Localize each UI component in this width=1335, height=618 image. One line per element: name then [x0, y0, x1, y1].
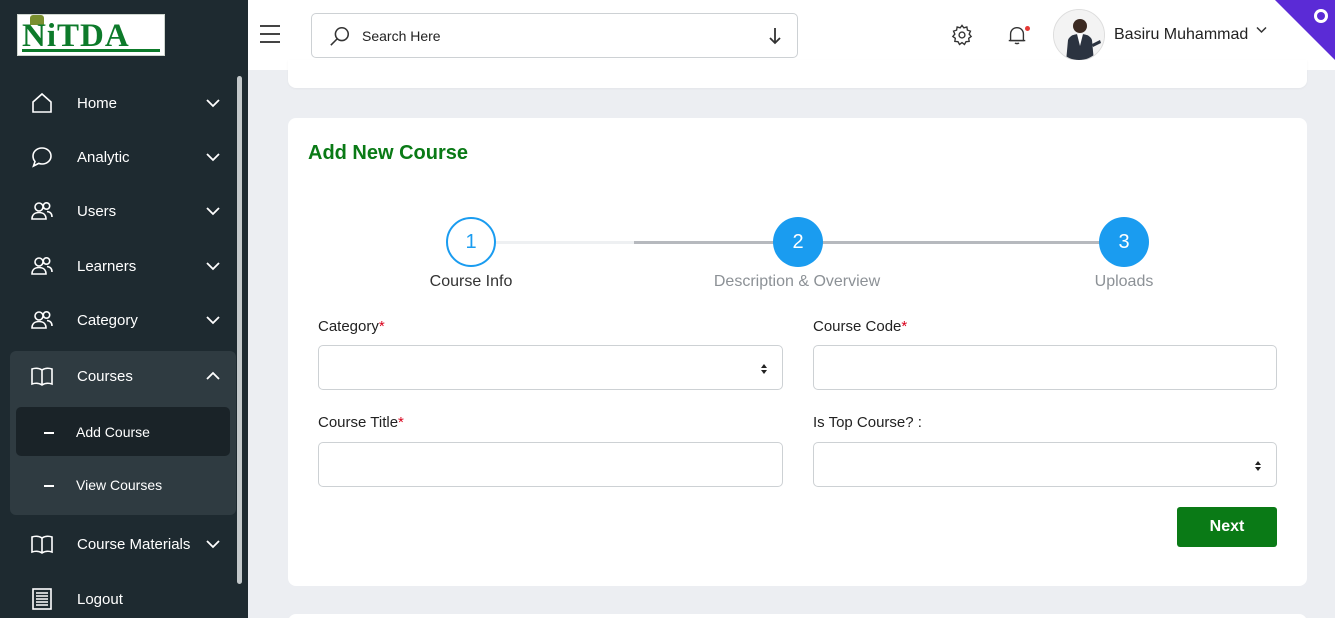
required-marker: *: [901, 318, 908, 335]
stepper-line: [634, 241, 1118, 244]
notification-dot: [1025, 26, 1030, 31]
course-code-label: Course Code*: [813, 318, 908, 335]
book-icon: [31, 367, 53, 386]
document-icon: [32, 588, 52, 610]
user-photo-icon: [1054, 10, 1104, 60]
chevron-down-icon: [206, 207, 220, 216]
step-3-label: Uploads: [1094, 273, 1154, 290]
sidebar-item-label: Home: [77, 94, 118, 112]
home-icon: [32, 92, 52, 113]
chevron-down-icon: [206, 316, 220, 325]
step-2-label: Description & Overview: [713, 273, 881, 290]
sidebar-item-courses[interactable]: Courses: [10, 351, 236, 401]
sidebar-item-analytic[interactable]: Analytic: [10, 132, 236, 182]
required-marker: *: [398, 414, 404, 431]
arrow-down-icon[interactable]: [768, 26, 782, 46]
step-number: 3: [1118, 230, 1130, 253]
chevron-down-icon[interactable]: [1256, 26, 1267, 34]
sidebar-subitem-add-course[interactable]: Add Course: [16, 407, 230, 456]
dash-icon: [44, 484, 54, 487]
dash-icon: [44, 431, 54, 434]
select-arrows-icon: [1255, 461, 1261, 471]
chevron-down-icon: [206, 540, 220, 549]
search-input[interactable]: [362, 25, 742, 47]
sidebar-item-users[interactable]: Users: [10, 186, 236, 236]
sidebar-subitem-label: Add Course: [76, 423, 150, 440]
sidebar-item-label: Analytic: [77, 148, 130, 166]
users-icon: [31, 256, 53, 275]
chat-bubble-icon: [32, 147, 52, 168]
step-number: 1: [465, 230, 477, 253]
sidebar-item-learners[interactable]: Learners: [10, 241, 236, 291]
sidebar-subitem-view-courses[interactable]: View Courses: [16, 460, 230, 509]
chevron-up-icon: [206, 371, 220, 380]
sidebar-subitem-label: View Courses: [76, 476, 163, 493]
sidebar-item-label: Courses: [77, 367, 133, 385]
hamburger-menu-icon[interactable]: [260, 25, 280, 43]
search-icon: [330, 26, 350, 46]
users-icon: [31, 310, 53, 329]
is-top-course-label: Is Top Course? :: [813, 414, 922, 431]
book-icon: [31, 535, 53, 554]
step-1-label: Course Info: [429, 273, 513, 290]
course-title-label: Course Title*: [318, 414, 404, 431]
is-top-course-select[interactable]: [813, 442, 1277, 487]
step-number: 2: [792, 230, 804, 253]
sidebar-item-label: Users: [77, 202, 117, 220]
course-code-input[interactable]: [813, 345, 1277, 390]
step-1-circle[interactable]: 1: [446, 217, 496, 267]
step-3-circle[interactable]: 3: [1099, 217, 1149, 267]
sidebar-item-label: Logout: [77, 590, 123, 608]
sidebar-item-category[interactable]: Category: [10, 295, 236, 345]
github-corner-icon[interactable]: [1275, 0, 1335, 60]
chevron-down-icon: [206, 99, 220, 108]
sidebar-item-label: Category: [77, 311, 138, 329]
select-arrows-icon: [761, 364, 767, 374]
sidebar: NiTDA Home Analytic Users Learners Categ…: [0, 0, 248, 618]
sidebar-scrollbar[interactable]: [237, 76, 242, 584]
step-2-circle[interactable]: 2: [773, 217, 823, 267]
next-card-edge: [288, 614, 1307, 618]
category-select[interactable]: [318, 345, 783, 390]
sidebar-item-course-materials[interactable]: Course Materials: [10, 519, 236, 569]
chevron-down-icon: [206, 153, 220, 162]
sidebar-item-label: Learners: [77, 257, 137, 275]
chevron-down-icon: [206, 262, 220, 271]
course-title-input[interactable]: [318, 442, 783, 487]
user-name[interactable]: Basiru Muhammad: [1114, 26, 1248, 44]
sidebar-item-home[interactable]: Home: [10, 78, 236, 128]
required-marker: *: [378, 318, 385, 335]
previous-card-edge: [288, 60, 1307, 88]
add-course-card: Add New Course 1 Course Info 2 Descripti…: [288, 118, 1307, 586]
sidebar-item-logout[interactable]: Logout: [10, 574, 236, 618]
search-bar[interactable]: [311, 13, 798, 58]
category-label: Category*: [318, 318, 385, 335]
users-icon: [31, 201, 53, 220]
stepper-line-completed: [496, 241, 634, 244]
sidebar-item-label: Course Materials: [77, 535, 191, 553]
nitda-logo[interactable]: NiTDA: [17, 14, 165, 56]
page-title: Add New Course: [308, 142, 469, 164]
logo-text: NiTDA: [22, 18, 130, 54]
next-button[interactable]: Next: [1177, 507, 1277, 547]
avatar[interactable]: [1053, 9, 1105, 61]
gear-icon[interactable]: [951, 24, 973, 46]
